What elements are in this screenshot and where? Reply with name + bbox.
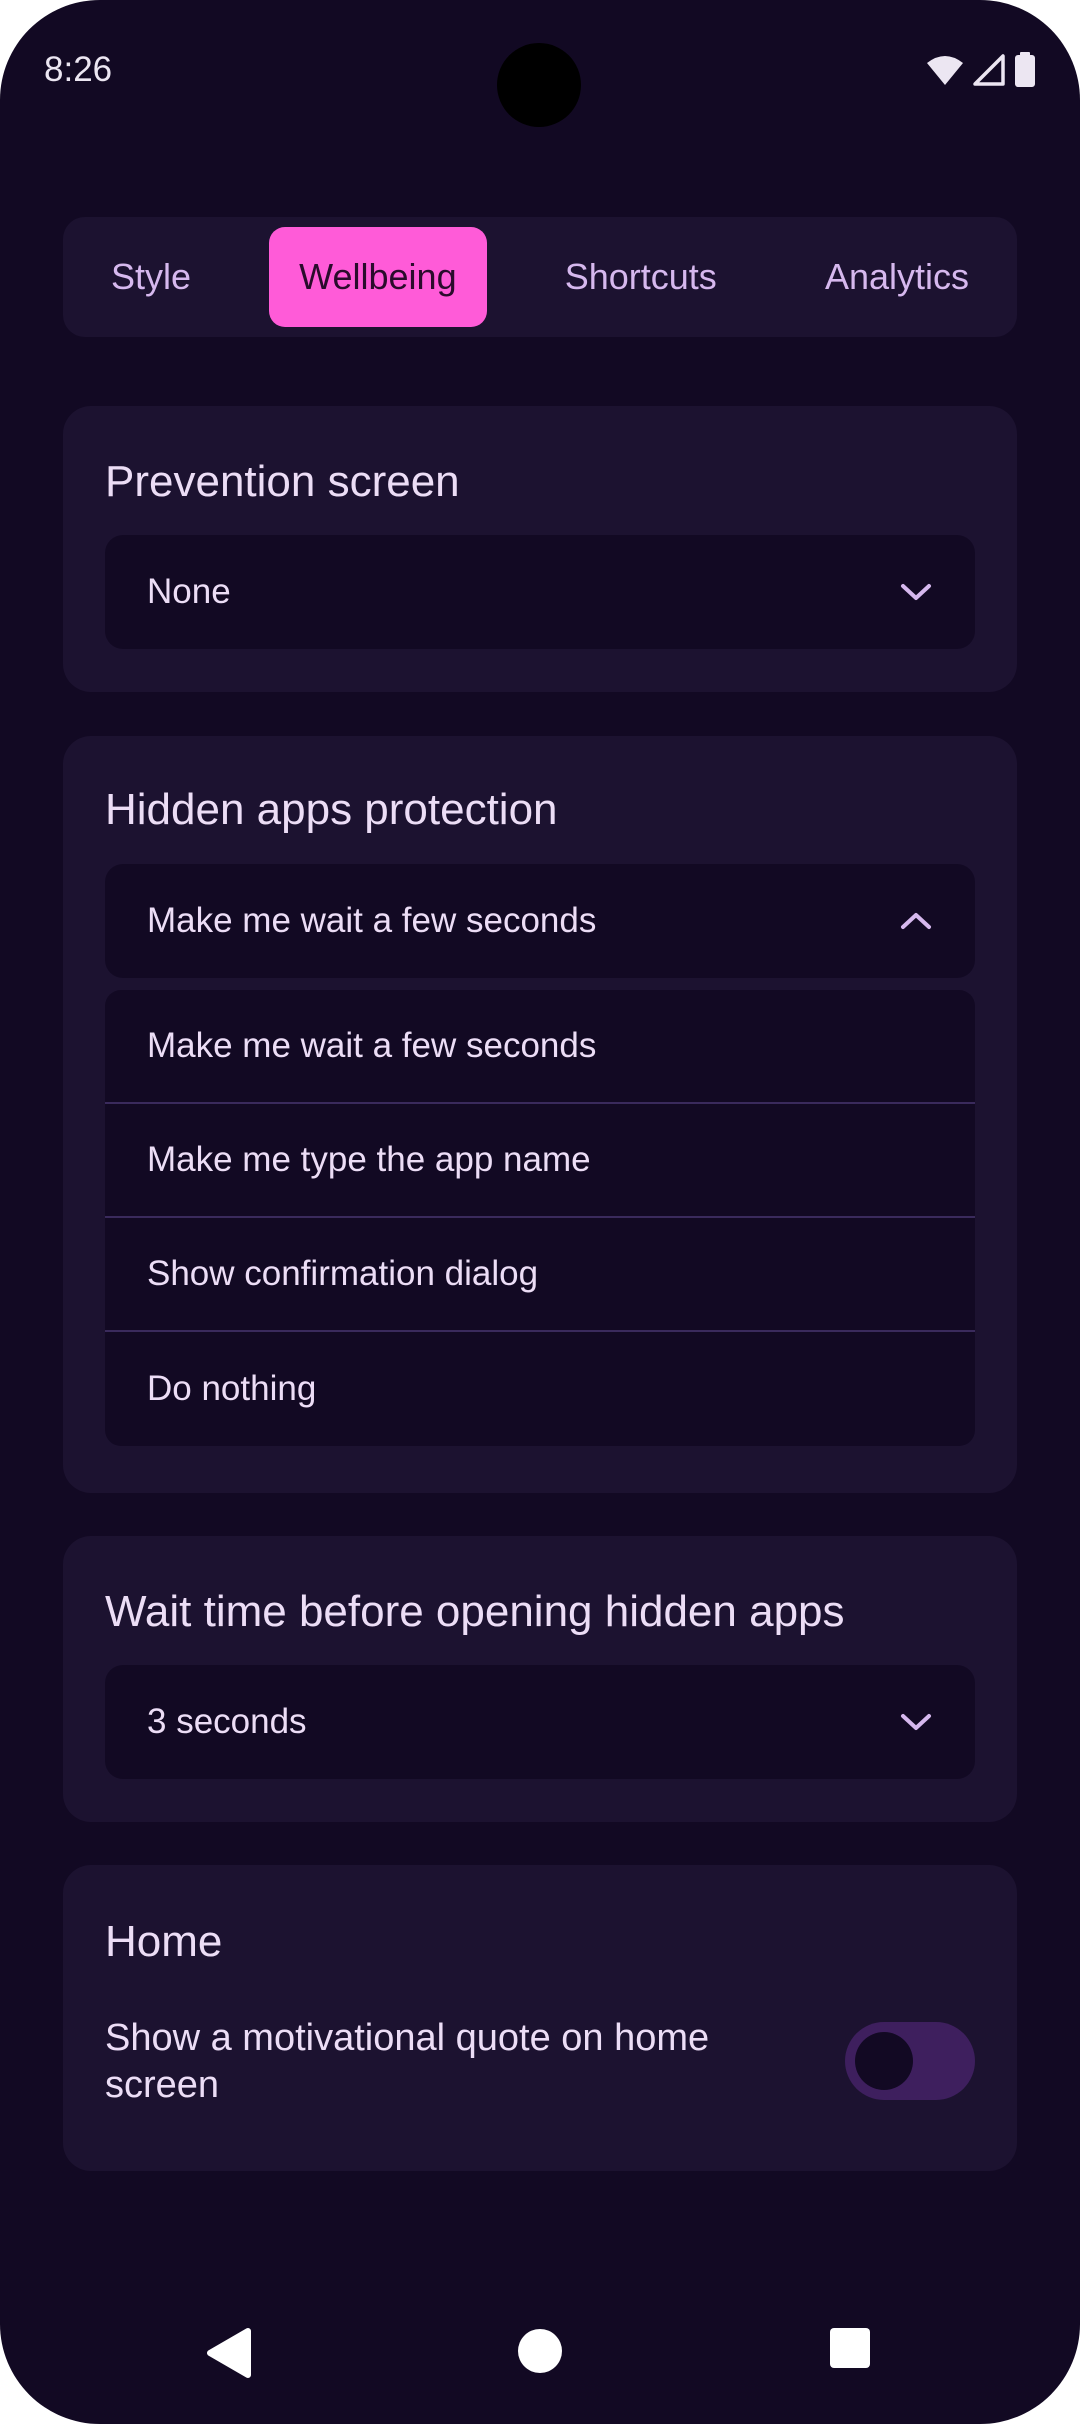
toggle-knob — [855, 2032, 913, 2090]
chevron-down-icon — [901, 1714, 931, 1730]
wait-time-value: 3 seconds — [147, 1702, 307, 1741]
menu-option-confirm-dialog[interactable]: Show confirmation dialog — [105, 1218, 975, 1332]
status-icons — [926, 48, 1036, 92]
tab-style[interactable]: Style — [81, 227, 221, 327]
prevention-dropdown[interactable]: None — [105, 535, 975, 649]
wait-time-card: Wait time before opening hidden apps 3 s… — [63, 1536, 1017, 1822]
camera-cutout — [497, 43, 581, 127]
tab-wellbeing[interactable]: Wellbeing — [269, 227, 487, 327]
prevention-card: Prevention screen None — [63, 406, 1017, 692]
chevron-up-icon — [901, 913, 931, 929]
phone-screen: 8:26 Style Wellbeing Shortcuts Analytics… — [0, 0, 1080, 2424]
home-title: Home — [105, 1917, 223, 1966]
wait-time-dropdown[interactable]: 3 seconds — [105, 1665, 975, 1779]
quote-toggle-switch[interactable] — [845, 2022, 975, 2100]
home-card: Home Show a motivational quote on home s… — [63, 1865, 1017, 2171]
recents-icon[interactable] — [829, 2327, 871, 2369]
prevention-value: None — [147, 572, 231, 611]
menu-option-wait[interactable]: Make me wait a few seconds — [105, 990, 975, 1104]
hidden-apps-card: Hidden apps protection Make me wait a fe… — [63, 736, 1017, 1493]
menu-option-type-name[interactable]: Make me type the app name — [105, 1104, 975, 1218]
battery-icon — [1014, 52, 1036, 88]
tab-shortcuts[interactable]: Shortcuts — [535, 227, 747, 327]
hidden-apps-value: Make me wait a few seconds — [147, 901, 597, 940]
chevron-down-icon — [901, 584, 931, 600]
status-time: 8:26 — [44, 50, 113, 89]
back-icon[interactable] — [204, 2327, 252, 2379]
wait-time-title: Wait time before opening hidden apps — [105, 1587, 845, 1636]
tab-analytics[interactable]: Analytics — [795, 227, 999, 327]
quote-toggle-label: Show a motivational quote on home screen — [105, 2017, 710, 2106]
tab-bar: Style Wellbeing Shortcuts Analytics — [63, 217, 1017, 337]
prevention-title: Prevention screen — [105, 457, 460, 506]
cell-signal-icon — [972, 54, 1006, 86]
hidden-apps-dropdown[interactable]: Make me wait a few seconds — [105, 864, 975, 978]
hidden-apps-title: Hidden apps protection — [105, 785, 558, 834]
menu-option-do-nothing[interactable]: Do nothing — [105, 1332, 975, 1446]
hidden-apps-menu: Make me wait a few seconds Make me type … — [105, 990, 975, 1446]
wifi-icon — [926, 54, 964, 86]
home-icon[interactable] — [516, 2327, 564, 2375]
